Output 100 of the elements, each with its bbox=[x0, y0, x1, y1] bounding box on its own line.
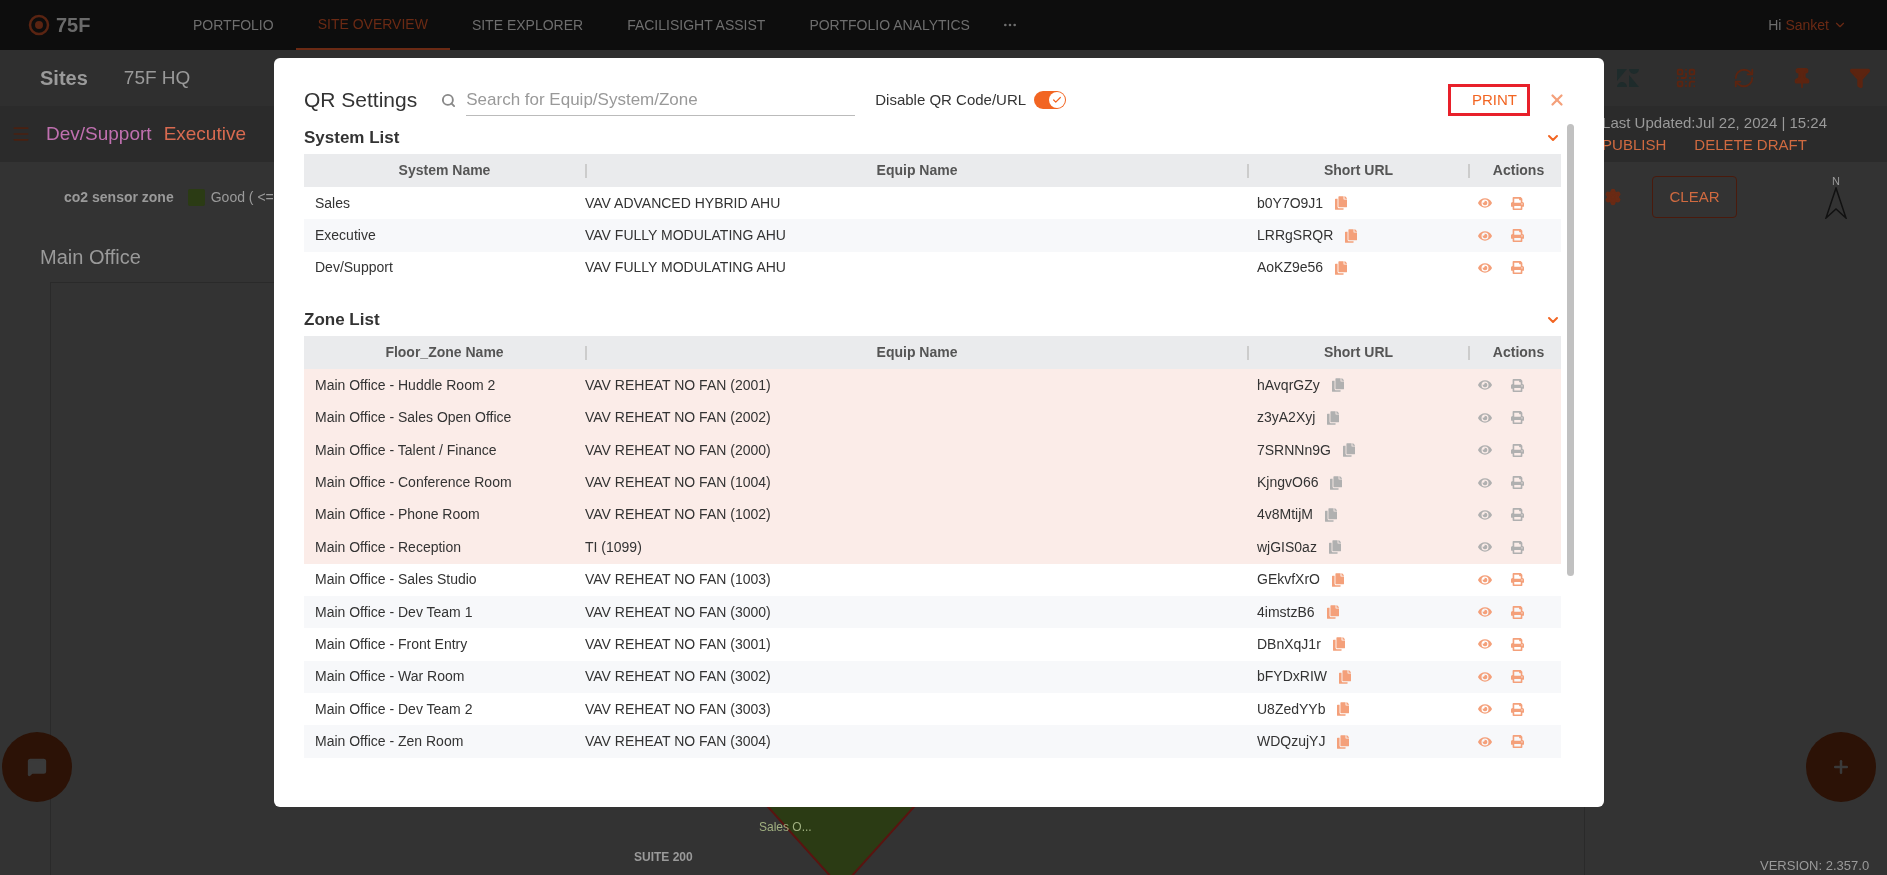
print-icon[interactable] bbox=[1511, 735, 1524, 749]
section-title: Zone List bbox=[304, 309, 380, 332]
print-icon[interactable] bbox=[1511, 573, 1524, 587]
table-cell-text: Main Office - Sales Studio bbox=[314, 570, 477, 590]
table-cell-text: VAV FULLY MODULATING AHU bbox=[585, 258, 786, 278]
zone-label: Sales O... bbox=[759, 819, 812, 836]
table-cell-text: VAV REHEAT NO FAN (3004) bbox=[585, 732, 771, 752]
table-cell-text: Sales bbox=[314, 193, 351, 213]
print-icon[interactable] bbox=[1511, 702, 1524, 716]
table-cell-text: Main Office - Dev Team 1 bbox=[314, 602, 473, 622]
table-cell-text: Main Office - Huddle Room 2 bbox=[314, 375, 496, 395]
copy-icon[interactable] bbox=[1337, 734, 1350, 749]
dialog-title: QR Settings bbox=[304, 87, 418, 114]
search-field[interactable]: Search for Equip/System/Zone bbox=[466, 84, 856, 116]
copy-icon[interactable] bbox=[1345, 228, 1358, 243]
view-icon[interactable] bbox=[1478, 196, 1492, 211]
table-cell-text: Dev/Support bbox=[314, 258, 393, 278]
column-header: Equip Name bbox=[876, 343, 958, 363]
system-tab[interactable]: Executive bbox=[163, 119, 246, 149]
north-arrow-icon bbox=[1825, 186, 1847, 219]
copy-icon[interactable] bbox=[1326, 605, 1339, 620]
search-icon bbox=[441, 92, 457, 108]
view-icon[interactable] bbox=[1478, 260, 1492, 275]
short-url: 4imstzB6 bbox=[1257, 602, 1315, 622]
copy-icon[interactable] bbox=[1332, 637, 1345, 652]
short-url: b0Y7O9J1 bbox=[1257, 193, 1324, 213]
clear-button[interactable]: CLEAR bbox=[1652, 176, 1737, 218]
column-header: System Name bbox=[398, 161, 491, 180]
column-header: Actions bbox=[1492, 161, 1545, 180]
table-cell-text: VAV REHEAT NO FAN (3003) bbox=[585, 699, 771, 719]
print-icon[interactable] bbox=[1511, 261, 1524, 275]
short-url: GEkvfXrO bbox=[1257, 570, 1320, 590]
column-header: Floor_Zone Name bbox=[385, 343, 504, 363]
section-title: System List bbox=[304, 127, 400, 150]
nav-tab[interactable]: PORTFOLIO ANALYTICS bbox=[787, 0, 992, 50]
filter-icon[interactable] bbox=[1849, 67, 1871, 89]
scrollbar[interactable] bbox=[1567, 124, 1574, 576]
print-icon[interactable] bbox=[1511, 605, 1524, 619]
site-name: 75F HQ bbox=[123, 65, 191, 90]
delete-draft-link[interactable]: DELETE DRAFT bbox=[1694, 134, 1807, 157]
refresh-icon[interactable] bbox=[1733, 67, 1755, 89]
view-icon[interactable] bbox=[1478, 605, 1492, 620]
nav-tab[interactable]: SITE EXPLORER bbox=[449, 0, 606, 50]
version-text: VERSION: 2.357.0 bbox=[1760, 857, 1870, 875]
table-cell-text: VAV REHEAT NO FAN (3002) bbox=[585, 667, 771, 687]
greeting: Hi bbox=[1768, 15, 1782, 35]
table-cell-text: Main Office - Zen Room bbox=[314, 732, 464, 752]
qr-code-icon[interactable] bbox=[1675, 67, 1697, 89]
nav-tab[interactable]: PORTFOLIO bbox=[171, 0, 296, 50]
view-icon[interactable] bbox=[1478, 572, 1492, 587]
settings-icon[interactable] bbox=[1604, 188, 1622, 206]
table-cell-text: Main Office - Conference Room bbox=[314, 473, 512, 493]
table-cell-text: Main Office - Sales Open Office bbox=[314, 408, 512, 428]
print-icon[interactable] bbox=[1511, 638, 1524, 651]
column-header: Equip Name bbox=[876, 161, 958, 180]
print-icon[interactable] bbox=[1511, 229, 1524, 243]
chat-icon bbox=[27, 757, 47, 777]
view-icon[interactable] bbox=[1478, 734, 1492, 749]
short-url: AoKZ9e56 bbox=[1257, 258, 1324, 278]
nav-tab[interactable]: FACILISIGHT ASSIST bbox=[605, 0, 788, 50]
copy-icon[interactable] bbox=[1335, 196, 1348, 211]
toggle-switch[interactable] bbox=[1034, 91, 1067, 109]
copy-icon[interactable] bbox=[1332, 572, 1344, 587]
view-icon[interactable] bbox=[1478, 228, 1492, 243]
table-cell-text: VAV REHEAT NO FAN (1002) bbox=[585, 505, 771, 525]
short-url: KjngvO66 bbox=[1257, 473, 1319, 493]
check-icon bbox=[1052, 95, 1063, 105]
print-button[interactable]: PRINT bbox=[1448, 84, 1530, 116]
table-cell-text: VAV REHEAT NO FAN (1004) bbox=[585, 473, 771, 493]
short-url: 4v8MtijM bbox=[1257, 505, 1313, 525]
short-url: LRRgSRQR bbox=[1257, 226, 1334, 246]
view-icon[interactable] bbox=[1478, 702, 1492, 717]
logo-icon bbox=[28, 14, 50, 36]
short-url: WDQzujYJ bbox=[1257, 732, 1326, 752]
plus-icon bbox=[1831, 757, 1851, 777]
table-cell-text: VAV ADVANCED HYBRID AHU bbox=[585, 193, 781, 213]
copy-icon[interactable] bbox=[1337, 702, 1350, 717]
table-cell-text: VAV REHEAT NO FAN (2002) bbox=[585, 408, 771, 428]
close-icon[interactable] bbox=[1548, 91, 1566, 109]
short-url: DBnXqJ1r bbox=[1257, 635, 1321, 654]
short-url: hAvqrGZy bbox=[1257, 375, 1320, 395]
table-cell-text: Main Office - Talent / Finance bbox=[314, 440, 497, 460]
table-cell-text: Main Office - Dev Team 2 bbox=[314, 699, 473, 719]
short-url: wjGIS0az bbox=[1257, 537, 1317, 557]
column-header: Actions bbox=[1492, 343, 1545, 363]
print-icon[interactable] bbox=[1511, 196, 1524, 210]
view-icon[interactable] bbox=[1478, 637, 1492, 652]
table-cell-text: VAV REHEAT NO FAN (3001) bbox=[585, 635, 771, 654]
publish-link[interactable]: PUBLISH bbox=[1602, 134, 1667, 157]
logo-text: 75F bbox=[56, 13, 91, 38]
copy-icon[interactable] bbox=[1335, 260, 1348, 275]
table-cell-text: Main Office - Phone Room bbox=[314, 505, 480, 525]
print-icon[interactable] bbox=[1511, 670, 1524, 684]
short-url: 7SRNNn9G bbox=[1257, 440, 1331, 460]
system-tab[interactable]: Dev/Support bbox=[46, 119, 152, 149]
copy-icon[interactable] bbox=[1339, 669, 1351, 684]
view-icon[interactable] bbox=[1478, 669, 1492, 684]
page-title: Sites bbox=[40, 66, 88, 91]
legend-label: Good ( <= bbox=[210, 187, 274, 207]
table-cell-text: Main Office - Reception bbox=[314, 537, 462, 557]
